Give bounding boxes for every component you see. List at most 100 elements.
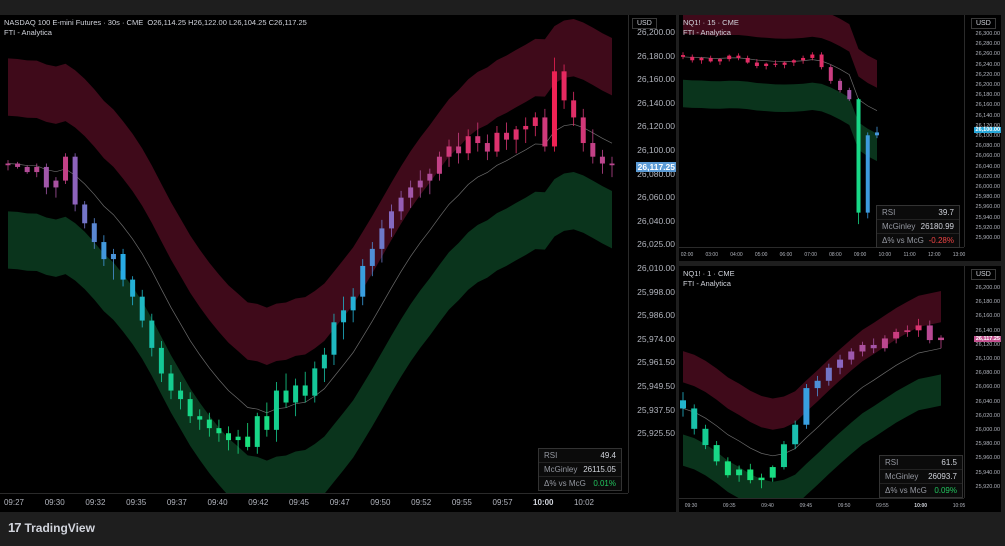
symbol-title[interactable]: NQ1! · 15 · CME <box>683 18 739 28</box>
candle-body <box>24 166 30 173</box>
candle-body <box>838 80 843 91</box>
main-chart-plot[interactable] <box>0 15 628 493</box>
candle-body <box>847 90 852 100</box>
time-label: 09:55 <box>876 503 889 509</box>
currency-button[interactable]: USD <box>971 18 996 29</box>
currency-button[interactable]: USD <box>632 18 657 29</box>
stats-row: McGinley 26115.05 <box>539 462 621 476</box>
time-label: 09:50 <box>370 498 391 507</box>
stats-label: McGinley <box>882 222 916 231</box>
time-label: 08:00 <box>829 252 842 258</box>
time-label: 09:37 <box>166 498 187 507</box>
price-label: 25,960.00 <box>975 455 1000 462</box>
time-label: 09:57 <box>492 498 513 507</box>
candle-body <box>691 408 698 429</box>
bottom-right-chart-pane[interactable]: NQ1! · 1 · CME FTI - Analytica 26,200.00… <box>679 266 1001 512</box>
price-label: 25,937.50 <box>637 404 675 415</box>
indicator-label[interactable]: FTI - Analytica <box>4 28 307 38</box>
indicator-stats-table: RSI 39.7 McGinley 26180.99 Δ% vs McG -0.28% <box>876 205 960 248</box>
price-label: 25,960.00 <box>975 204 1000 211</box>
candle-body <box>110 254 116 260</box>
price-label: 26,010.00 <box>637 263 675 273</box>
stats-row: Δ% vs McG 0.01% <box>539 476 621 490</box>
candle-body <box>938 337 944 341</box>
price-axis[interactable]: 26,300.00 26,280.00 26,260.00 26,240.00 26,2… <box>964 15 1001 247</box>
candle-body <box>724 461 731 476</box>
time-axis[interactable]: 09:27 09:30 09:32 09:35 09:37 09:40 09:42 09:45… <box>0 493 628 512</box>
candle-body <box>245 436 251 447</box>
indicator-stats-table: RSI 49.4 McGinley 26115.05 Δ% vs McG 0.01% <box>538 448 622 491</box>
candle-body <box>542 117 548 147</box>
time-label: 04:00 <box>730 252 743 258</box>
price-label: 26,060.00 <box>975 153 1000 160</box>
candle-body <box>43 166 49 188</box>
candle-body <box>599 156 605 164</box>
candle-body <box>120 254 126 280</box>
currency-button[interactable]: USD <box>971 269 996 280</box>
price-label: 26,040.00 <box>975 163 1000 170</box>
time-label: 10:00 <box>914 503 928 509</box>
price-label: 26,280.00 <box>975 41 1000 48</box>
candle-body <box>702 428 709 446</box>
candle-body <box>904 330 911 332</box>
candle-body <box>561 71 567 101</box>
price-label: 26,260.00 <box>975 51 1000 58</box>
candle-body <box>53 180 59 188</box>
candle-body <box>197 416 203 420</box>
stats-label: Δ% vs McG <box>882 236 924 245</box>
tradingview-logo-icon: 17 <box>8 520 22 535</box>
top-right-chart-pane[interactable]: NQ1! · 15 · CME FTI - Analytica 26,300.0… <box>679 15 1001 261</box>
candle-body <box>264 416 270 430</box>
candle-body <box>484 143 490 152</box>
candle-body <box>168 373 174 391</box>
price-label: 25,920.00 <box>975 224 1000 231</box>
top-right-chart-header: NQ1! · 15 · CME FTI - Analytica <box>683 18 739 38</box>
price-label: 26,000.00 <box>975 427 1000 433</box>
time-label: 13:00 <box>952 252 966 258</box>
candle-body <box>178 390 184 400</box>
time-label: 09:40 <box>761 503 774 509</box>
candle-body <box>446 146 452 157</box>
candle-body <box>360 265 366 297</box>
indicator-label[interactable]: FTI - Analytica <box>683 28 739 38</box>
indicator-label[interactable]: FTI - Analytica <box>683 279 735 289</box>
stats-label: McGinley <box>885 472 919 481</box>
candle-body <box>321 354 327 369</box>
candle-body <box>235 436 241 441</box>
candle-body <box>727 55 732 60</box>
candle-body <box>801 57 806 61</box>
candle-body <box>408 187 414 198</box>
candle-body <box>875 132 879 136</box>
stats-value: -0.28% <box>928 236 954 245</box>
candle-body <box>837 359 844 368</box>
price-axis[interactable]: 26,200.00 26,180.00 26,160.00 26,140.00 26,1… <box>628 15 676 493</box>
candle-body <box>690 56 695 61</box>
time-label: 07:00 <box>804 252 817 258</box>
time-axis[interactable]: 02:00 03:00 04:00 05:00 06:00 07:00 08:00 09:00… <box>679 247 966 261</box>
stats-value: 26093.7 <box>928 472 957 481</box>
candle-body <box>825 367 832 381</box>
stats-label: McGinley <box>544 465 578 474</box>
stats-row: McGinley 26180.99 <box>877 219 959 233</box>
price-label: 26,160.00 <box>975 313 1000 320</box>
upper-band <box>8 19 612 366</box>
tradingview-logo[interactable]: 17 TradingView <box>8 520 95 535</box>
price-label: 25,940.00 <box>975 214 1000 221</box>
time-axis[interactable]: 09:30 09:35 09:40 09:45 09:50 09:55 10:00 10:05 <box>679 498 965 512</box>
candle-body <box>341 310 347 323</box>
stats-value: 26180.99 <box>920 222 954 231</box>
candle-body <box>532 117 538 126</box>
symbol-title[interactable]: NASDAQ 100 E-mini Futures · 30s · CME <box>4 18 143 27</box>
candle-body <box>283 390 289 403</box>
last-price-tag: 26,117.25 <box>973 336 1001 342</box>
candle-body <box>149 320 155 348</box>
candle-body <box>63 156 69 181</box>
main-chart-pane[interactable]: NASDAQ 100 E-mini Futures · 30s · CME O2… <box>0 15 676 512</box>
stats-label: RSI <box>885 458 899 467</box>
candle-body <box>915 325 922 331</box>
price-axis[interactable]: 26,200.00 26,180.00 26,160.00 26,140.00 26,1… <box>964 266 1001 498</box>
symbol-title[interactable]: NQ1! · 1 · CME <box>683 269 735 279</box>
candle-body <box>206 419 212 429</box>
price-label: 26,200.00 <box>975 285 1000 291</box>
time-label: 05:00 <box>754 252 768 258</box>
